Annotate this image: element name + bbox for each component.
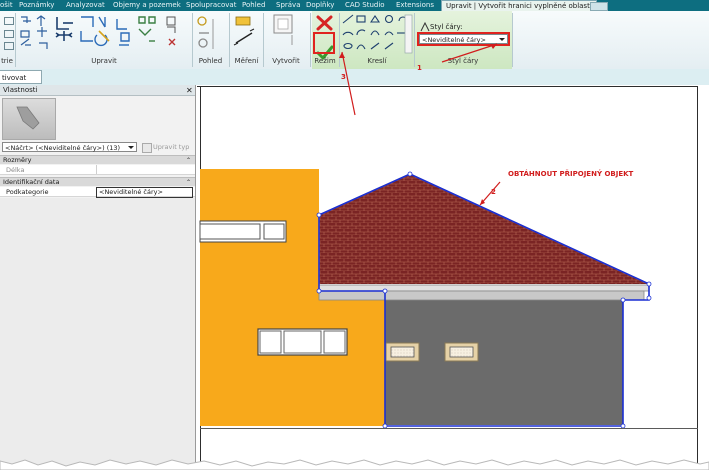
arrow-3 [341, 51, 356, 116]
torn-edge-decoration [0, 459, 709, 470]
annotation-number-2: 2 [491, 188, 496, 196]
annotation-trace-attached: OBTÁHNOUT PŘIPOJENÝ OBJEKT [508, 170, 634, 178]
annotation-number-1: 1 [417, 64, 422, 72]
annotation-arrows [339, 43, 501, 206]
arrow-1 [441, 43, 498, 63]
annotation-number-3: 3 [341, 73, 346, 81]
